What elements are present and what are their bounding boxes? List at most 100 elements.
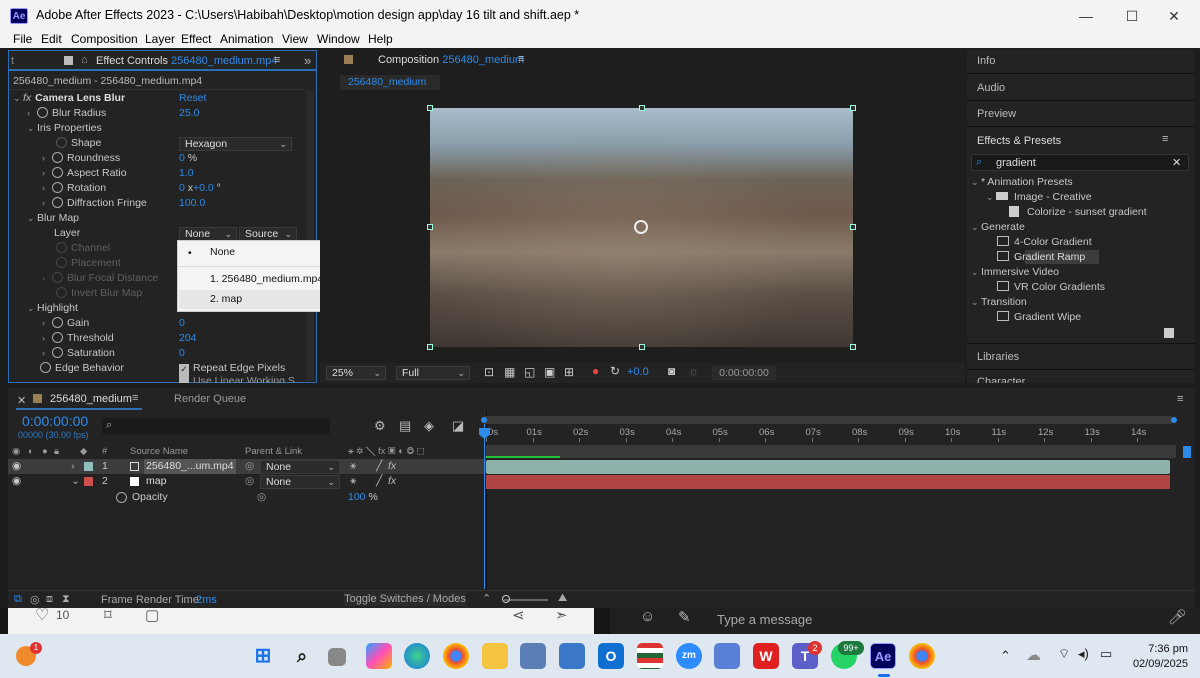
show-snapshot-icon[interactable]: ☼ [688, 364, 699, 378]
zoom-in-icon[interactable]: ⛰ [558, 592, 567, 605]
parent-dropdown[interactable]: None ⌄ [260, 475, 340, 489]
shape-dropdown[interactable]: Hexagon ⌄ [179, 137, 292, 151]
visibility-eye-icon[interactable]: ◉ [12, 474, 21, 489]
visibility-eye-icon[interactable]: ◉ [12, 459, 21, 474]
expand-chevron-icon[interactable]: › [71, 459, 75, 474]
channel-rgb-icon[interactable]: ● [592, 364, 599, 378]
battery-icon[interactable]: ▭ [1100, 646, 1112, 662]
onedrive-cloud-icon[interactable]: ☁ [1026, 646, 1041, 664]
lock-column-icon[interactable]: 🔒︎ [54, 444, 59, 459]
source-dropdown[interactable]: Source ⌄ [239, 227, 297, 241]
value-aspect-ratio[interactable]: 1.0 [179, 166, 194, 181]
anchor-point-icon[interactable] [634, 220, 648, 234]
transform-handle[interactable] [427, 344, 433, 350]
viewer-timecode[interactable]: 0:00:00:00 [712, 366, 776, 380]
menu-layer[interactable]: Layer [145, 32, 175, 46]
store-icon[interactable] [520, 643, 546, 669]
zoom-dropdown[interactable]: 25% ⌄ [326, 366, 386, 380]
audio-panel-header[interactable]: Audio [977, 82, 1005, 94]
menu-view[interactable]: View [282, 32, 308, 46]
layer-2-duration-bar[interactable] [486, 475, 1170, 489]
expand-panels-icon[interactable]: » [304, 53, 311, 68]
panel-menu-icon[interactable]: ≡ [518, 53, 524, 65]
tab-effect-controls[interactable]: Effect Controls 256480_medium.mp4 [96, 55, 277, 67]
effects-search-input[interactable]: ⌕ gradient ✕ [971, 154, 1189, 171]
stopwatch-icon[interactable] [40, 362, 51, 373]
opacity-value[interactable]: 100 % [348, 490, 378, 505]
effects-presets-panel-header[interactable]: Effects & Presets [977, 135, 1061, 147]
stopwatch-icon[interactable] [52, 332, 63, 343]
transform-handle[interactable] [850, 344, 856, 350]
prop-saturation[interactable]: › Saturation [42, 346, 115, 361]
edge-icon[interactable] [404, 643, 430, 669]
menu-file[interactable]: File [13, 32, 32, 46]
emoji-icon[interactable]: ☺ [640, 608, 655, 625]
bookmark-icon[interactable]: ⌑ [104, 606, 112, 624]
expand-chevron-icon[interactable]: ⌄ [71, 474, 80, 489]
share-icon[interactable]: ⋖ [512, 606, 525, 624]
close-window-button[interactable]: ✕ [1164, 6, 1184, 26]
effect-row-camera-lens-blur[interactable]: ⌄ fx Camera Lens Blur [13, 91, 125, 106]
transform-handle[interactable] [427, 105, 433, 111]
attach-icon[interactable]: ✎ [678, 608, 691, 626]
source-name-header[interactable]: Source Name [130, 444, 188, 459]
tree-image-creative[interactable]: ⌄ Image - Creative [986, 190, 1092, 205]
composition-flow-tab[interactable]: 256480_medium [340, 75, 440, 90]
transform-handle[interactable] [850, 105, 856, 111]
group-blur-map[interactable]: ⌄ Blur Map [27, 211, 79, 226]
timeline-menu-icon[interactable]: ≡ [1177, 393, 1183, 405]
new-folder-icon[interactable] [1164, 328, 1174, 338]
transform-handle[interactable] [427, 224, 433, 230]
tree-4-color-gradient[interactable]: 4-Color Gradient [997, 235, 1092, 250]
menu-composition[interactable]: Composition [71, 32, 138, 46]
eye-icon[interactable]: ◉ [12, 444, 20, 459]
lock-icon[interactable]: ⌂ [81, 54, 88, 66]
file-explorer-icon[interactable] [482, 643, 508, 669]
quality-icon[interactable]: ╱ [376, 459, 382, 474]
region-of-interest-icon[interactable]: ⊡ [484, 365, 494, 379]
character-panel-header[interactable]: Character [977, 376, 1025, 383]
tree-transition[interactable]: ⌄ Transition [971, 295, 1027, 310]
pickwhip-icon[interactable]: ◎ [257, 490, 266, 505]
layer-source-name[interactable]: 256480_...um.mp4 [144, 459, 236, 474]
group-highlight[interactable]: ⌄ Highlight [27, 301, 78, 316]
value-threshold[interactable]: 204 [179, 331, 197, 346]
maximize-button[interactable]: ☐ [1122, 6, 1142, 26]
fx-switch-icon[interactable]: fx [388, 459, 396, 474]
value-diffraction-fringe[interactable]: 100.0 [179, 196, 205, 211]
tree-colorize-sunset-gradient[interactable]: Colorize - sunset gradient [1009, 205, 1147, 220]
stopwatch-icon[interactable] [52, 317, 63, 328]
wps-icon[interactable]: W [753, 643, 779, 669]
layer-label-color[interactable] [84, 462, 93, 471]
tab-composition[interactable]: Composition 256480_medium [378, 54, 524, 66]
shy-icon[interactable]: ⚹ [350, 474, 356, 489]
popup-item-layer-2[interactable]: 2. map [210, 293, 242, 305]
volume-icon[interactable]: ◂) [1078, 646, 1089, 662]
prop-gain[interactable]: › Gain [42, 316, 89, 331]
shy-icon[interactable]: ⚹ [350, 459, 356, 474]
mask-visibility-icon[interactable]: ◱ [524, 365, 535, 379]
time-ruler[interactable]: 0s 01s 02s 03s 04s 05s 06s 07s 08s 09s 10s 11s 12s 13… [486, 424, 1176, 442]
comment-icon[interactable]: ▢ [145, 606, 159, 624]
reset-link[interactable]: Reset [179, 91, 206, 106]
preview-panel-header[interactable]: Preview [977, 108, 1016, 120]
info-panel-header[interactable]: Info [977, 55, 995, 67]
prop-edge-behavior[interactable]: Edge Behavior [40, 361, 124, 376]
clock-date[interactable]: 02/09/2025 [1124, 658, 1188, 670]
copilot-icon[interactable] [366, 643, 392, 669]
tree-gradient-wipe[interactable]: Gradient Wipe [997, 310, 1081, 325]
transform-handle[interactable] [850, 224, 856, 230]
clear-search-icon[interactable]: ✕ [1172, 156, 1181, 169]
parent-dropdown[interactable]: None ⌄ [260, 460, 340, 474]
send-icon[interactable]: ➣ [555, 606, 568, 624]
after-effects-taskbar-icon[interactable]: Ae [870, 643, 896, 669]
prop-roundness[interactable]: › Roundness [42, 151, 120, 166]
transform-handle[interactable] [639, 344, 645, 350]
stopwatch-icon[interactable] [116, 492, 127, 503]
layer-1-duration-bar[interactable] [486, 460, 1170, 474]
playhead-line[interactable] [484, 424, 485, 589]
outlook-icon[interactable]: O [598, 643, 624, 669]
menu-window[interactable]: Window [317, 32, 360, 46]
tree-immersive-video[interactable]: ⌄ Immersive Video [971, 265, 1059, 280]
windows-start-icon[interactable]: ⊞ [250, 643, 276, 669]
